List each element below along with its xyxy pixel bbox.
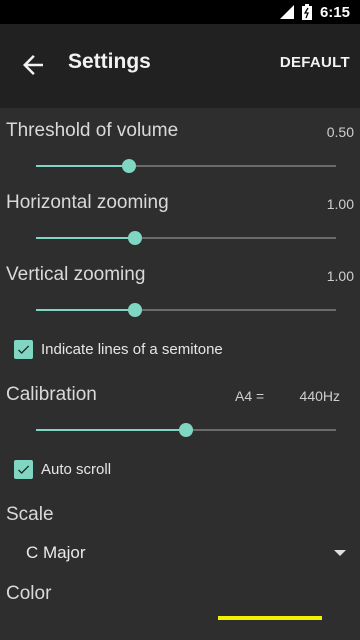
default-button[interactable]: DEFAULT xyxy=(280,54,350,71)
status-bar: 6:15 xyxy=(0,0,360,24)
slider-thumb[interactable] xyxy=(179,423,193,437)
slider-thumb[interactable] xyxy=(122,159,136,173)
back-arrow-icon[interactable] xyxy=(18,50,48,80)
threshold-value: 0.50 xyxy=(326,124,354,140)
threshold-label: Threshold of volume xyxy=(6,120,179,141)
vertical-zoom-value: 1.00 xyxy=(326,268,354,284)
color-label: Color xyxy=(6,583,52,604)
scale-selected: C Major xyxy=(26,543,86,562)
horizontal-zoom-value: 1.00 xyxy=(326,196,354,212)
slider-thumb[interactable] xyxy=(128,303,142,317)
color-swatch[interactable] xyxy=(218,616,322,620)
app-bar: Settings DEFAULT xyxy=(0,24,360,108)
checkmark-icon xyxy=(18,345,30,354)
semitone-label: Indicate lines of a semitone xyxy=(41,341,223,358)
semitone-option[interactable]: Indicate lines of a semitone xyxy=(14,340,223,359)
calibration-slider[interactable] xyxy=(36,418,336,442)
signal-icon xyxy=(279,5,294,19)
autoscroll-label: Auto scroll xyxy=(41,461,112,478)
slider-thumb[interactable] xyxy=(128,231,142,245)
threshold-slider[interactable] xyxy=(36,154,336,178)
calibration-label: Calibration xyxy=(6,384,97,405)
autoscroll-option[interactable]: Auto scroll xyxy=(14,460,111,479)
calibration-note: A4 = xyxy=(235,388,265,404)
autoscroll-checkbox[interactable] xyxy=(14,460,33,479)
scale-label: Scale xyxy=(6,504,54,525)
checkmark-icon xyxy=(18,465,30,474)
horizontal-zoom-label: Horizontal zooming xyxy=(6,192,169,213)
page-title: Settings xyxy=(68,50,151,73)
horizontal-zoom-slider[interactable] xyxy=(36,226,336,250)
semitone-checkbox[interactable] xyxy=(14,340,33,359)
dropdown-arrow-icon xyxy=(334,550,346,556)
calibration-value: 440Hz xyxy=(299,388,340,404)
battery-icon xyxy=(301,4,312,20)
scale-dropdown[interactable]: C Major xyxy=(0,535,360,571)
vertical-zoom-slider[interactable] xyxy=(36,298,336,322)
clock: 6:15 xyxy=(319,3,350,21)
vertical-zoom-label: Vertical zooming xyxy=(6,264,146,285)
